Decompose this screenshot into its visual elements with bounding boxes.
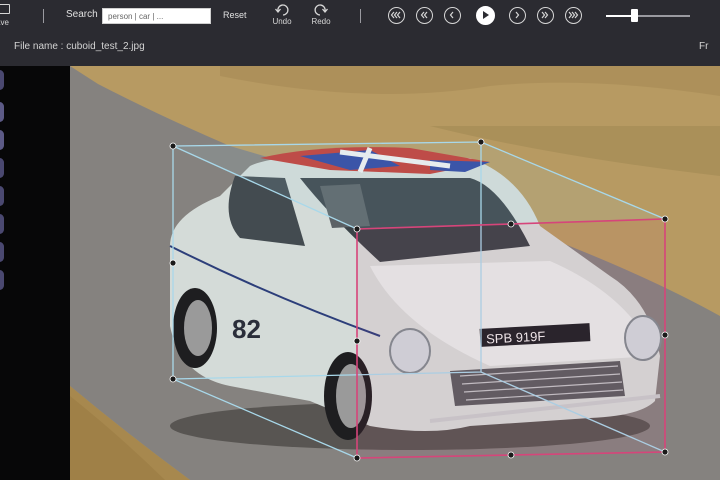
cuboid-handle[interactable] <box>353 454 361 462</box>
toolbar: ave Search Reset Undo Redo <box>0 0 720 32</box>
skip-to-start-icon <box>390 11 401 19</box>
skip-to-end-icon <box>568 11 579 19</box>
frame-label: Fr <box>699 41 709 52</box>
class-chip[interactable] <box>0 130 4 150</box>
undo-button[interactable]: Undo <box>270 4 294 30</box>
redo-button[interactable]: Redo <box>309 4 333 30</box>
left-panel <box>0 66 70 480</box>
next-page-button[interactable] <box>537 7 554 24</box>
file-name-label: File name : cuboid_test_2.jpg <box>14 41 145 52</box>
cuboid-handle[interactable] <box>507 220 515 228</box>
skip-to-end-button[interactable] <box>565 7 582 24</box>
class-chip[interactable] <box>0 102 4 122</box>
previous-frame-button[interactable] <box>444 7 461 24</box>
class-chip[interactable] <box>0 158 4 178</box>
previous-page-button[interactable] <box>416 7 433 24</box>
undo-label: Undo <box>272 17 292 26</box>
previous-frame-icon <box>449 11 454 19</box>
class-chip[interactable] <box>0 242 4 262</box>
class-chip[interactable] <box>0 186 4 206</box>
skip-to-start-button[interactable] <box>388 7 405 24</box>
cuboid-handle[interactable] <box>169 259 177 267</box>
redo-icon <box>314 4 328 16</box>
cuboid-handle[interactable] <box>661 215 669 223</box>
play-button[interactable] <box>476 6 495 25</box>
file-bar: File name : cuboid_test_2.jpg Fr <box>0 32 720 66</box>
cuboid-handle[interactable] <box>353 225 361 233</box>
car-rear-wheel <box>184 300 212 356</box>
cuboid-front-face <box>356 218 666 459</box>
class-chip[interactable] <box>0 70 4 90</box>
class-chip[interactable] <box>0 270 4 290</box>
annotation-app: ave Search Reset Undo Redo <box>0 0 720 480</box>
toolbar-divider <box>360 9 361 23</box>
previous-page-icon <box>420 11 428 19</box>
next-page-icon <box>541 11 549 19</box>
photo: 82 SPB 919F <box>70 66 720 480</box>
search-input[interactable] <box>102 8 211 24</box>
cuboid-handle[interactable] <box>661 448 669 456</box>
racing-number: 82 <box>232 314 261 344</box>
speed-slider-fill <box>606 15 634 17</box>
speed-slider-handle[interactable] <box>630 9 638 22</box>
next-frame-icon <box>515 11 520 19</box>
image-canvas[interactable]: 82 SPB 919F <box>70 66 720 480</box>
save-button[interactable]: ave <box>0 2 20 30</box>
cuboid-handle[interactable] <box>353 337 361 345</box>
cuboid-handle[interactable] <box>169 375 177 383</box>
play-icon <box>483 11 489 19</box>
toolbar-divider <box>43 9 44 23</box>
reset-button[interactable]: Reset <box>223 10 247 20</box>
cuboid-handle[interactable] <box>477 138 485 146</box>
next-frame-button[interactable] <box>509 7 526 24</box>
cuboid-handle[interactable] <box>507 451 515 459</box>
save-icon <box>0 4 10 14</box>
cuboid-handle[interactable] <box>661 331 669 339</box>
save-label: ave <box>0 18 9 27</box>
redo-label: Redo <box>311 17 331 26</box>
class-chip[interactable] <box>0 214 4 234</box>
cuboid-handle[interactable] <box>169 142 177 150</box>
undo-icon <box>275 4 289 16</box>
search-label: Search <box>66 9 98 20</box>
